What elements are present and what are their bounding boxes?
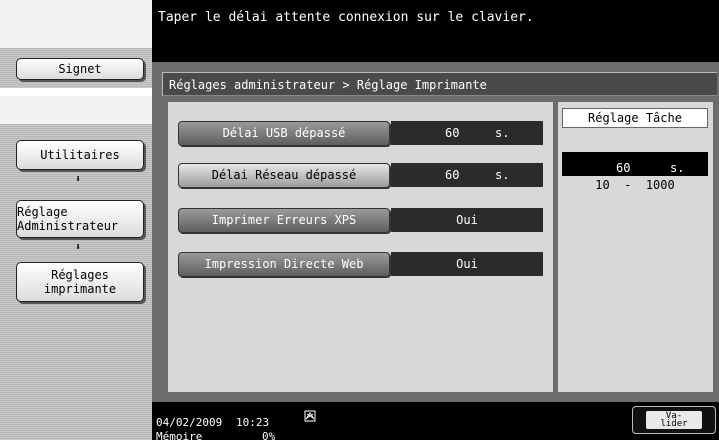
admin-settings-button[interactable]: Réglage Administrateur bbox=[16, 200, 144, 238]
status-bar: 04/02/2009 10:23 Mémoire 0% Va- lider bbox=[152, 402, 719, 443]
validate-button[interactable]: Va- lider bbox=[632, 406, 716, 434]
web-direct-print-button[interactable]: Impression Directe Web bbox=[178, 252, 390, 277]
value-range: 10 - 1000 bbox=[595, 178, 675, 192]
arrow-down-icon: ⬇ bbox=[74, 242, 82, 253]
instruction-message: Taper le délai attente connexion sur le … bbox=[158, 10, 534, 25]
status-time: 10:23 bbox=[236, 416, 270, 429]
breadcrumb: Réglages administrateur > Réglage Imprim… bbox=[162, 72, 717, 96]
memory-value: 0% bbox=[262, 430, 276, 443]
sidebar-divider bbox=[0, 96, 152, 124]
xps-errors-value-text: Oui bbox=[456, 213, 478, 227]
usb-timeout-unit: s. bbox=[495, 126, 510, 140]
usb-timeout-value: 60 s. bbox=[391, 121, 543, 145]
settings-list: Délai USB dépassé 60 s. Délai Réseau dép… bbox=[168, 102, 553, 392]
network-timeout-number: 60 bbox=[445, 168, 460, 182]
sidebar-top-band bbox=[0, 0, 152, 48]
network-timeout-unit: s. bbox=[495, 168, 510, 182]
utilities-button-label: Utilitaires bbox=[40, 148, 120, 162]
web-direct-print-value-text: Oui bbox=[456, 257, 478, 271]
admin-settings-button-label: Réglage Administrateur bbox=[17, 205, 119, 233]
bookmark-button[interactable]: Signet bbox=[16, 58, 144, 80]
message-bar: Taper le délai attente connexion sur le … bbox=[152, 0, 719, 62]
usb-timeout-number: 60 bbox=[445, 126, 460, 140]
memory-label: Mémoire bbox=[156, 430, 203, 443]
web-direct-print-value: Oui bbox=[391, 252, 543, 276]
validate-button-label: Va- lider bbox=[646, 411, 702, 429]
bookmark-button-label: Signet bbox=[58, 62, 102, 76]
network-status-icon bbox=[304, 410, 316, 422]
usb-timeout-button[interactable]: Délai USB dépassé bbox=[178, 121, 390, 146]
job-setting-panel: Réglage Tâche 60 s. 10 - 1000 bbox=[558, 102, 713, 392]
utilities-button[interactable]: Utilitaires bbox=[16, 140, 144, 170]
sidebar-divider bbox=[0, 88, 152, 96]
xps-errors-value: Oui bbox=[391, 208, 543, 232]
xps-errors-button[interactable]: Imprimer Erreurs XPS bbox=[178, 208, 390, 233]
network-timeout-button[interactable]: Délai Réseau dépassé bbox=[178, 163, 390, 188]
network-timeout-value: 60 s. bbox=[391, 163, 543, 187]
main-panel: Réglages administrateur > Réglage Imprim… bbox=[152, 62, 719, 402]
arrow-down-icon: ⬇ bbox=[74, 174, 82, 185]
current-value-display: 60 s. bbox=[562, 152, 708, 176]
job-setting-title: Réglage Tâche bbox=[562, 108, 708, 128]
printer-settings-button-label: Réglages imprimante bbox=[43, 268, 117, 296]
left-sidebar: Signet Utilitaires ⬇ Réglage Administrat… bbox=[0, 0, 152, 440]
printer-settings-button[interactable]: Réglages imprimante bbox=[16, 262, 144, 302]
status-date: 04/02/2009 bbox=[156, 416, 223, 429]
